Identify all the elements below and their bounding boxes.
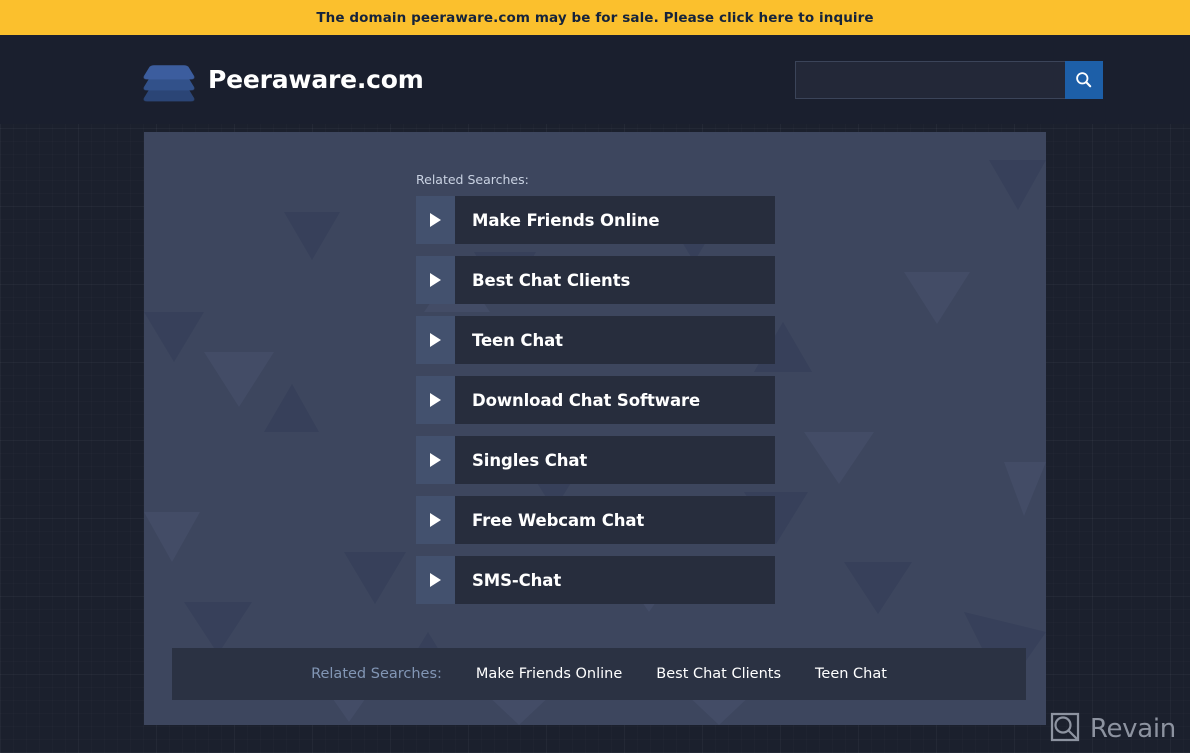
footer-link[interactable]: Teen Chat — [815, 666, 887, 682]
main-content-panel: Related Searches: Make Friends Online Be… — [144, 132, 1046, 725]
stacked-layers-icon — [141, 52, 197, 108]
result-row-label: Teen Chat — [472, 330, 563, 350]
result-row-label: Best Chat Clients — [472, 270, 631, 290]
search-button[interactable] — [1064, 60, 1103, 99]
result-row[interactable]: Best Chat Clients — [416, 256, 775, 304]
result-row-body[interactable]: Make Friends Online — [455, 196, 775, 244]
result-row-label: Make Friends Online — [472, 210, 660, 230]
play-arrow-icon — [416, 496, 455, 544]
footer-related-searches-label: Related Searches: — [311, 666, 442, 682]
result-row-body[interactable]: Free Webcam Chat — [455, 496, 775, 544]
result-row-body[interactable]: Teen Chat — [455, 316, 775, 364]
related-searches-list: Make Friends Online Best Chat Clients Te… — [416, 196, 775, 616]
result-row-body[interactable]: Singles Chat — [455, 436, 775, 484]
result-row-label: Free Webcam Chat — [472, 510, 645, 530]
play-arrow-icon — [416, 196, 455, 244]
result-row-body[interactable]: SMS-Chat — [455, 556, 775, 604]
result-row-body[interactable]: Download Chat Software — [455, 376, 775, 424]
footer-link[interactable]: Make Friends Online — [476, 666, 622, 682]
play-arrow-icon — [416, 556, 455, 604]
brand-logo-link[interactable]: Peeraware.com — [141, 52, 424, 108]
play-arrow-icon — [416, 436, 455, 484]
play-arrow-icon — [416, 316, 455, 364]
header-inner: Peeraware.com — [0, 52, 1190, 108]
search-input[interactable] — [794, 60, 1065, 99]
result-row-body[interactable]: Best Chat Clients — [455, 256, 775, 304]
footer-related-searches-bar: Related Searches: Make Friends Online Be… — [172, 648, 1026, 700]
panel-content: Related Searches: Make Friends Online Be… — [144, 132, 1046, 725]
related-searches-label: Related Searches: — [416, 172, 529, 187]
result-row-label: Singles Chat — [472, 450, 588, 470]
result-row[interactable]: Make Friends Online — [416, 196, 775, 244]
result-row-label: SMS-Chat — [472, 570, 562, 590]
play-arrow-icon — [416, 376, 455, 424]
domain-sale-banner-text[interactable]: The domain peeraware.com may be for sale… — [316, 10, 873, 26]
revain-watermark: Revain — [1049, 711, 1176, 747]
search-icon — [1075, 71, 1092, 88]
footer-link[interactable]: Best Chat Clients — [656, 666, 781, 682]
domain-sale-banner[interactable]: The domain peeraware.com may be for sale… — [0, 0, 1190, 35]
result-row-label: Download Chat Software — [472, 390, 701, 410]
result-row[interactable]: Download Chat Software — [416, 376, 775, 424]
revain-watermark-text: Revain — [1089, 714, 1176, 744]
result-row[interactable]: Singles Chat — [416, 436, 775, 484]
revain-logo-icon — [1049, 711, 1081, 747]
result-row[interactable]: Free Webcam Chat — [416, 496, 775, 544]
result-row[interactable]: SMS-Chat — [416, 556, 775, 604]
brand-name: Peeraware.com — [208, 65, 424, 94]
search-bar — [794, 60, 1103, 99]
play-arrow-icon — [416, 256, 455, 304]
result-row[interactable]: Teen Chat — [416, 316, 775, 364]
site-header: Peeraware.com — [0, 35, 1190, 124]
